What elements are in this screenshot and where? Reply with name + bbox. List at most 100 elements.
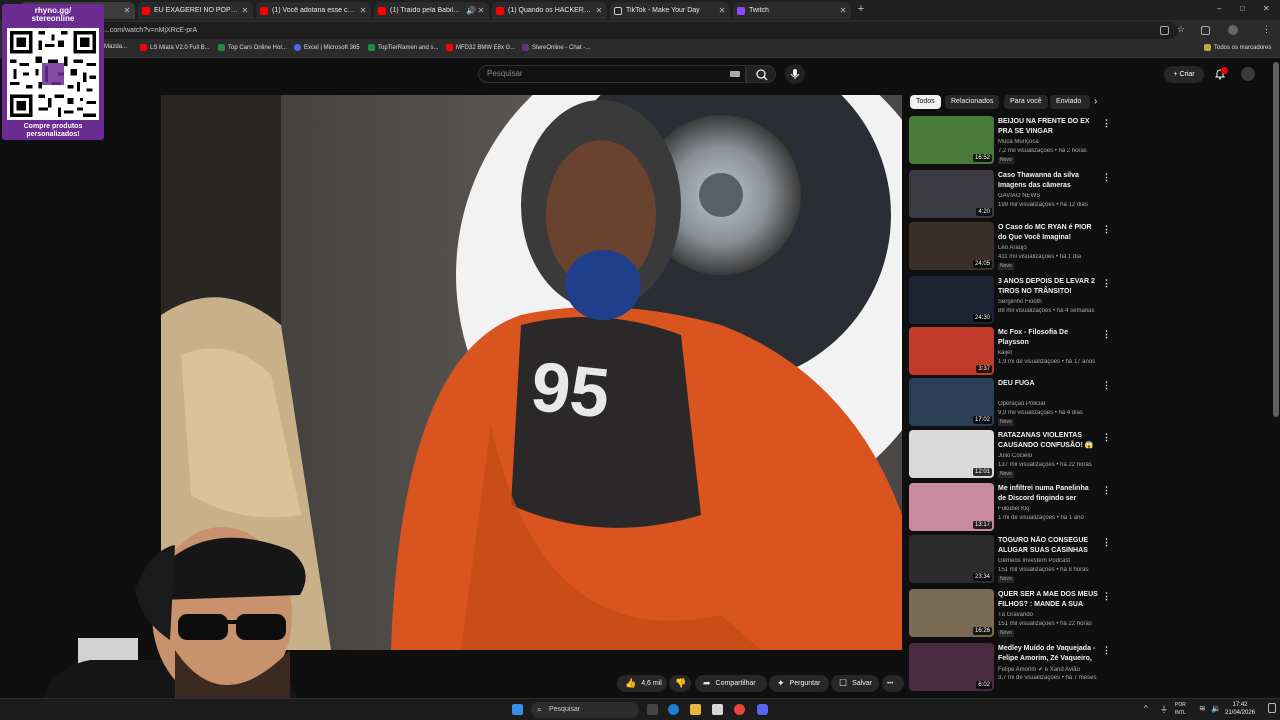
- browser-tab[interactable]: TikTok - Make Your Day ✕: [610, 2, 730, 19]
- chip-uploaded[interactable]: Enviado: [1050, 95, 1090, 109]
- edge-browser-icon[interactable]: [668, 704, 679, 715]
- bookmark-item[interactable]: StereOnline - Chat -...: [522, 44, 590, 51]
- video-title[interactable]: DEU FUGA: [998, 379, 1098, 389]
- volume-icon[interactable]: 🔉: [1211, 704, 1221, 713]
- extensions-icon[interactable]: [1201, 26, 1210, 35]
- more-options-icon[interactable]: ⋮: [1102, 432, 1111, 443]
- browser-tab[interactable]: (1) Quando os HACKERS ENFR ✕: [492, 2, 607, 19]
- video-thumbnail[interactable]: 3:37: [909, 327, 994, 375]
- bookmark-item[interactable]: Top Cars Online Hor...: [218, 44, 287, 51]
- more-options-icon[interactable]: ⋮: [1102, 329, 1111, 340]
- chevron-up-icon[interactable]: ^: [1144, 704, 1148, 713]
- video-title[interactable]: BEIJOU NA FRENTE DO EX PRA SE VINGAR: [998, 117, 1098, 137]
- maximize-icon[interactable]: □: [1240, 4, 1245, 13]
- browser-tab[interactable]: (1) Você adotaria esse cachorro ✕: [256, 2, 371, 19]
- close-tab-icon[interactable]: ✕: [241, 6, 249, 15]
- more-options-icon[interactable]: ⋮: [1102, 380, 1111, 391]
- close-tab-icon[interactable]: ✕: [718, 6, 726, 15]
- recommended-video[interactable]: 12:01 RATAZANAS VIOLENTAS CAUSANDO CONFUS…: [909, 430, 1111, 480]
- notification-center-icon[interactable]: [1268, 703, 1276, 713]
- browser-tab[interactable]: EU EXAGEREI NO POPEYES... O... ✕: [138, 2, 253, 19]
- channel-name[interactable]: Fukubei Kkj: [998, 506, 1098, 512]
- recommended-video[interactable]: 24:05 O Caso do MC RYAN é PIOR do Que Voc…: [909, 222, 1111, 272]
- bookmark-item[interactable]: Excel | Microsoft 365: [294, 44, 360, 51]
- system-clock[interactable]: 17:42 21/04/2026: [1225, 701, 1255, 717]
- taskbar-search[interactable]: ⌕ Pesquisar: [531, 702, 639, 718]
- bookmark-item[interactable]: LS Miata V2.0 Full B...: [140, 44, 210, 51]
- recommended-video[interactable]: 17:02 DEU FUGA Operação Policial 9,9 mil vi…: [909, 378, 1111, 428]
- bookmark-item[interactable]: Mazda...: [104, 44, 127, 50]
- recommended-video[interactable]: 3:37 Mc Fox - Filosofia De Playsson kaijet…: [909, 327, 1111, 377]
- channel-name[interactable]: Léo Araújo: [998, 245, 1098, 251]
- channel-name[interactable]: kaijet: [998, 350, 1098, 356]
- windows-start-icon[interactable]: [512, 704, 523, 715]
- video-thumbnail[interactable]: 16:52: [909, 116, 994, 164]
- voice-search-button[interactable]: [785, 64, 805, 84]
- channel-name[interactable]: Operação Policial: [998, 401, 1098, 407]
- store-icon[interactable]: [712, 704, 723, 715]
- create-button[interactable]: + Criar: [1164, 66, 1204, 83]
- video-thumbnail[interactable]: 23:34: [909, 535, 994, 583]
- video-thumbnail[interactable]: 13:17: [909, 483, 994, 531]
- chevron-right-icon[interactable]: ›: [1094, 96, 1097, 107]
- channel-name[interactable]: Tá Gravando: [998, 612, 1098, 618]
- recommended-video[interactable]: 16:52 BEIJOU NA FRENTE DO EX PRA SE VINGA…: [909, 116, 1111, 166]
- more-actions-button[interactable]: •••: [882, 675, 904, 692]
- search-button[interactable]: [746, 65, 776, 83]
- video-thumbnail[interactable]: 6:02: [909, 643, 994, 691]
- profile-icon[interactable]: [1228, 25, 1238, 35]
- youtube-search-input[interactable]: Pesquisar: [478, 65, 746, 83]
- video-title[interactable]: 3 ANOS DEPOIS DE LEVAR 2 TIROS NO TRÂNSI…: [998, 277, 1098, 297]
- more-options-icon[interactable]: ⋮: [1102, 645, 1111, 656]
- channel-name[interactable]: Sergiinho Fiooth: [998, 299, 1098, 305]
- discord-icon[interactable]: [757, 704, 768, 715]
- share-button[interactable]: ➦ Compartilhar: [695, 675, 767, 692]
- chip-related[interactable]: Relacionados: [945, 95, 1000, 109]
- channel-name[interactable]: Gêmeos Investem Podcast: [998, 558, 1098, 564]
- keyboard-icon[interactable]: [730, 71, 740, 77]
- close-tab-icon[interactable]: ✕: [123, 6, 131, 15]
- more-options-icon[interactable]: ⋮: [1102, 224, 1111, 235]
- video-title[interactable]: TOGURO NÃO CONSEGUE ALUGAR SUAS CASINHAS…: [998, 536, 1098, 556]
- file-explorer-icon[interactable]: [690, 704, 701, 715]
- task-view-icon[interactable]: [647, 704, 658, 715]
- menu-kebab-icon[interactable]: ⋮: [1262, 24, 1271, 35]
- more-options-icon[interactable]: ⋮: [1102, 537, 1111, 548]
- video-thumbnail[interactable]: 16:26: [909, 589, 994, 637]
- video-title[interactable]: Me infiltrei numa Panelinha de Discord f…: [998, 484, 1098, 504]
- close-tab-icon[interactable]: ✕: [839, 6, 847, 15]
- usb-icon[interactable]: ⏚: [1160, 704, 1168, 715]
- browser-tab[interactable]: (1) Traído pela Babilônia, 8 🔊 ✕: [374, 2, 489, 19]
- channel-name[interactable]: Julio Cocielo: [998, 453, 1098, 459]
- save-button[interactable]: ☐ Salvar: [831, 675, 879, 692]
- chip-for-you[interactable]: Para você: [1004, 95, 1048, 109]
- video-title[interactable]: Caso Thawanna da silva Imagens das câmer…: [998, 171, 1098, 191]
- close-tab-icon[interactable]: ✕: [359, 6, 367, 15]
- cast-icon[interactable]: [1160, 26, 1169, 35]
- recommended-video[interactable]: 16:26 QUER SER A MAE DOS MEUS FILHOS? : M…: [909, 589, 1111, 639]
- url-field[interactable]: ...com/watch?v=nMjXRcE-prA: [98, 22, 1178, 39]
- chip-all[interactable]: Todos: [910, 95, 941, 109]
- video-title[interactable]: O Caso do MC RYAN é PIOR do Que Você Ima…: [998, 223, 1098, 243]
- bookmark-star-icon[interactable]: ☆: [1177, 24, 1185, 35]
- page-scrollbar[interactable]: [1273, 62, 1279, 417]
- dislike-button[interactable]: 👎: [669, 675, 691, 692]
- close-tab-icon[interactable]: ✕: [477, 6, 485, 15]
- minimize-icon[interactable]: –: [1217, 4, 1221, 13]
- video-title[interactable]: Mc Fox - Filosofia De Playsson: [998, 328, 1098, 348]
- speaker-icon[interactable]: 🔊: [466, 6, 476, 15]
- video-title[interactable]: QUER SER A MAE DOS MEUS FILHOS? : MANDE …: [998, 590, 1098, 610]
- more-options-icon[interactable]: ⋮: [1102, 118, 1111, 129]
- like-button[interactable]: 👍 4,6 mil: [617, 675, 667, 692]
- video-title[interactable]: RATAZANAS VIOLENTAS CAUSANDO CONFUSÃO! 😱…: [998, 431, 1098, 451]
- browser-tab[interactable]: Twitch ✕: [733, 2, 851, 19]
- video-thumbnail[interactable]: 24:05: [909, 222, 994, 270]
- close-tab-icon[interactable]: ✕: [595, 6, 603, 15]
- channel-name[interactable]: Muca Muriçoca: [998, 139, 1098, 145]
- video-thumbnail[interactable]: 17:02: [909, 378, 994, 426]
- wifi-icon[interactable]: ≋: [1199, 704, 1206, 713]
- ask-button[interactable]: ✦ Perguntar: [769, 675, 829, 692]
- channel-name[interactable]: Felipe Amorim ✔ e Xand Avião: [998, 666, 1098, 673]
- close-window-icon[interactable]: ✕: [1263, 4, 1270, 13]
- account-avatar[interactable]: [1241, 67, 1255, 81]
